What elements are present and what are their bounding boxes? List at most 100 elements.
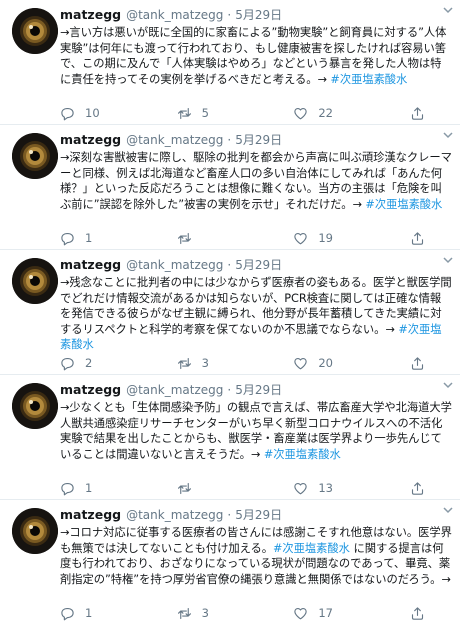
user-name[interactable]: matzegg: [60, 507, 121, 522]
chevron-down-icon[interactable]: [442, 4, 456, 18]
like-button[interactable]: 19: [293, 231, 388, 246]
user-name[interactable]: matzegg: [60, 7, 121, 22]
avatar[interactable]: [12, 133, 58, 179]
heart-icon: [294, 357, 307, 369]
tweet-actions: 1 19: [60, 229, 430, 247]
reply-button[interactable]: 1: [60, 606, 155, 621]
reply-count: 1: [85, 481, 93, 495]
tweet-date[interactable]: 5月29日: [235, 506, 282, 523]
like-count: 13: [318, 481, 333, 495]
heart-icon: [294, 232, 307, 244]
tweet-text: →深刻な害獣被害に際し、駆除の批判を都会から声高に叫ぶ頑珍漢なクレーマーと同様、…: [60, 150, 452, 212]
avatar[interactable]: [12, 508, 58, 554]
retweet-button[interactable]: 3: [177, 356, 272, 371]
tweet[interactable]: matzegg @tank_matzegg · 5月29日 →言い方は悪いが既に…: [0, 0, 460, 125]
tweet-body: →残念なことに批判者の中には少なからず医療者の姿もある。医学と獣医学間でどれだけ…: [60, 276, 452, 336]
retweet-button[interactable]: [177, 481, 272, 496]
share-button[interactable]: [410, 606, 430, 621]
avatar[interactable]: [12, 8, 58, 54]
tweet-text: →少なくとも「生体間感染予防」の観点で言えば、帯広畜産大学や北海道大学人獣共通感…: [60, 400, 452, 462]
user-handle[interactable]: @tank_matzegg: [126, 8, 223, 22]
tweet-header: matzegg @tank_matzegg · 5月29日: [60, 6, 452, 24]
tweet-header: matzegg @tank_matzegg · 5月29日: [60, 381, 452, 399]
eye-avatar-image: [12, 133, 58, 179]
tweet-text: →コロナ対応に従事する医療者の皆さんには感謝こそすれ他意はない。医学界も無策では…: [60, 525, 452, 587]
like-count: 20: [318, 356, 333, 370]
like-button[interactable]: 17: [293, 606, 388, 621]
avatar[interactable]: [12, 258, 58, 304]
user-handle[interactable]: @tank_matzegg: [126, 508, 223, 522]
like-count: 17: [318, 606, 333, 620]
retweet-count: 5: [201, 106, 209, 120]
hashtag-link[interactable]: #次亜塩素酸水: [365, 198, 442, 211]
tweet-timeline: matzegg @tank_matzegg · 5月29日 →言い方は悪いが既に…: [0, 0, 460, 629]
user-handle[interactable]: @tank_matzegg: [126, 258, 223, 272]
like-count: 19: [318, 231, 333, 245]
eye-avatar-image: [12, 383, 58, 429]
separator-dot: ·: [227, 508, 232, 522]
share-icon: [411, 106, 424, 120]
share-button[interactable]: [410, 481, 430, 496]
share-icon: [411, 356, 424, 370]
hashtag-link[interactable]: #次亜塩素酸水: [273, 542, 350, 555]
eye-avatar-image: [12, 258, 58, 304]
separator-dot: ·: [227, 8, 232, 22]
tweet-header: matzegg @tank_matzegg · 5月29日: [60, 506, 452, 524]
tweet[interactable]: matzegg @tank_matzegg · 5月29日 →コロナ対応に従事す…: [0, 500, 460, 629]
reply-button[interactable]: 1: [60, 231, 155, 246]
hashtag-link[interactable]: #次亜塩素酸水: [264, 448, 341, 461]
share-icon: [411, 606, 424, 620]
tweet-actions: 1 13: [60, 479, 430, 497]
retweet-icon: [177, 607, 191, 619]
avatar[interactable]: [12, 383, 58, 429]
share-button[interactable]: [410, 231, 430, 246]
tweet[interactable]: matzegg @tank_matzegg · 5月29日 →残念なことに批判者…: [0, 250, 460, 375]
chevron-down-icon[interactable]: [442, 129, 456, 143]
reply-count: 10: [85, 106, 100, 120]
separator-dot: ·: [227, 133, 232, 147]
eye-avatar-image: [12, 508, 58, 554]
share-button[interactable]: [410, 106, 430, 121]
hashtag-link[interactable]: #次亜塩素酸水: [330, 73, 407, 86]
chevron-down-icon[interactable]: [442, 379, 456, 393]
user-handle[interactable]: @tank_matzegg: [126, 133, 223, 147]
chevron-down-icon[interactable]: [442, 254, 456, 268]
tweet-text: →残念なことに批判者の中には少なからず医療者の姿もある。医学と獣医学間でどれだけ…: [60, 275, 452, 353]
user-name[interactable]: matzegg: [60, 257, 121, 272]
retweet-button[interactable]: [177, 231, 272, 246]
tweet-date[interactable]: 5月29日: [235, 131, 282, 148]
tweet-content: matzegg @tank_matzegg · 5月29日 →言い方は悪いが既に…: [60, 6, 452, 87]
retweet-button[interactable]: 5: [177, 106, 272, 121]
tweet-date[interactable]: 5月29日: [235, 6, 282, 23]
share-button[interactable]: [410, 356, 430, 371]
like-button[interactable]: 22: [293, 106, 388, 121]
user-name[interactable]: matzegg: [60, 132, 121, 147]
tweet-body: →少なくとも「生体間感染予防」の観点で言えば、帯広畜産大学や北海道大学人獣共通感…: [60, 401, 452, 461]
reply-button[interactable]: 1: [60, 481, 155, 496]
retweet-count: 3: [201, 356, 209, 370]
tweet-date[interactable]: 5月29日: [235, 381, 282, 398]
tweet-date[interactable]: 5月29日: [235, 256, 282, 273]
retweet-button[interactable]: 3: [177, 606, 272, 621]
reply-count: 1: [85, 231, 93, 245]
like-button[interactable]: 13: [293, 481, 388, 496]
user-handle[interactable]: @tank_matzegg: [126, 383, 223, 397]
user-name[interactable]: matzegg: [60, 382, 121, 397]
heart-icon: [294, 107, 307, 119]
chevron-down-icon[interactable]: [442, 504, 456, 518]
eye-avatar-image: [12, 8, 58, 54]
reply-icon: [61, 232, 74, 245]
tweet[interactable]: matzegg @tank_matzegg · 5月29日 →深刻な害獣被害に際…: [0, 125, 460, 250]
separator-dot: ·: [227, 258, 232, 272]
reply-button[interactable]: 2: [60, 356, 155, 371]
retweet-icon: [177, 357, 191, 369]
tweet[interactable]: matzegg @tank_matzegg · 5月29日 →少なくとも「生体間…: [0, 375, 460, 500]
tweet-content: matzegg @tank_matzegg · 5月29日 →残念なことに批判者…: [60, 256, 452, 353]
like-button[interactable]: 20: [293, 356, 388, 371]
reply-icon: [61, 107, 74, 120]
heart-icon: [294, 607, 307, 619]
reply-button[interactable]: 10: [60, 106, 155, 121]
share-icon: [411, 231, 424, 245]
retweet-icon: [177, 107, 191, 119]
tweet-text: →言い方は悪いが既に全国的に家畜による”動物実験”と飼育員に対する”人体実験”は…: [60, 25, 452, 87]
